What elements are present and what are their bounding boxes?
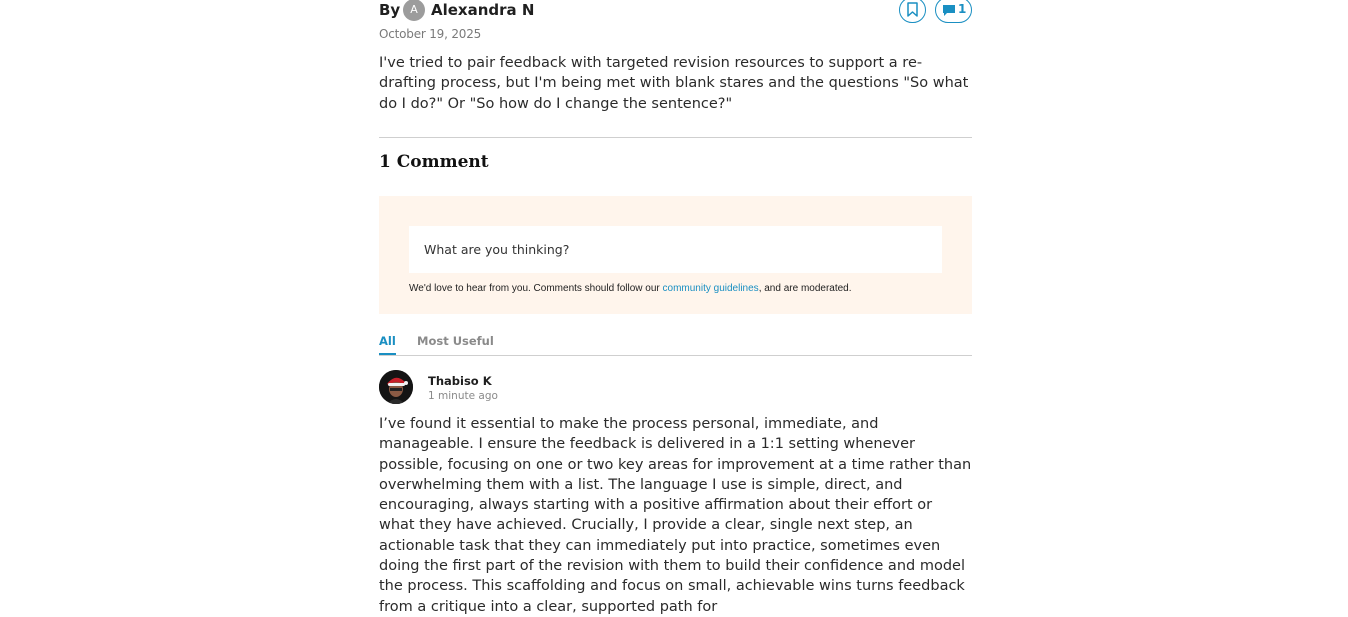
comment-input[interactable]: What are you thinking? [409, 226, 942, 273]
comment-count: 1 [958, 2, 967, 16]
guidelines-note: We'd love to hear from you. Comments sho… [409, 282, 852, 296]
author-name[interactable]: Alexandra N [431, 0, 534, 20]
divider [379, 137, 972, 138]
comment-timestamp: 1 minute ago [428, 390, 498, 402]
guidelines-text-before: We'd love to hear from you. Comments sho… [409, 283, 663, 294]
tab-most-useful[interactable]: Most Useful [417, 332, 494, 350]
tab-all[interactable]: All [379, 332, 396, 355]
comments-count-button[interactable]: 1 [935, 0, 972, 23]
comments-heading: 1 Comment [379, 152, 489, 172]
comment-body: I’ve found it essential to make the proc… [379, 416, 972, 615]
community-guidelines-link[interactable]: community guidelines [663, 283, 759, 294]
post-body: I've tried to pair feedback with targete… [379, 55, 969, 112]
guidelines-text-after: , and are moderated. [758, 283, 852, 294]
author-avatar[interactable]: A [403, 0, 425, 21]
speech-bubble-icon [943, 5, 955, 16]
comment-compose-box: What are you thinking? We'd love to hear… [379, 196, 972, 314]
bookmark-button[interactable] [899, 0, 926, 23]
bookmark-icon [907, 2, 918, 17]
commenter-avatar[interactable] [379, 370, 413, 404]
commenter-photo [379, 370, 413, 404]
by-label: By [379, 1, 401, 19]
commenter-name[interactable]: Thabiso K [428, 374, 492, 388]
comment-sort-tabs: All Most Useful [379, 332, 972, 356]
post-date: October 19, 2025 [379, 27, 482, 41]
author-row: By A Alexandra N 1 [379, 0, 972, 24]
